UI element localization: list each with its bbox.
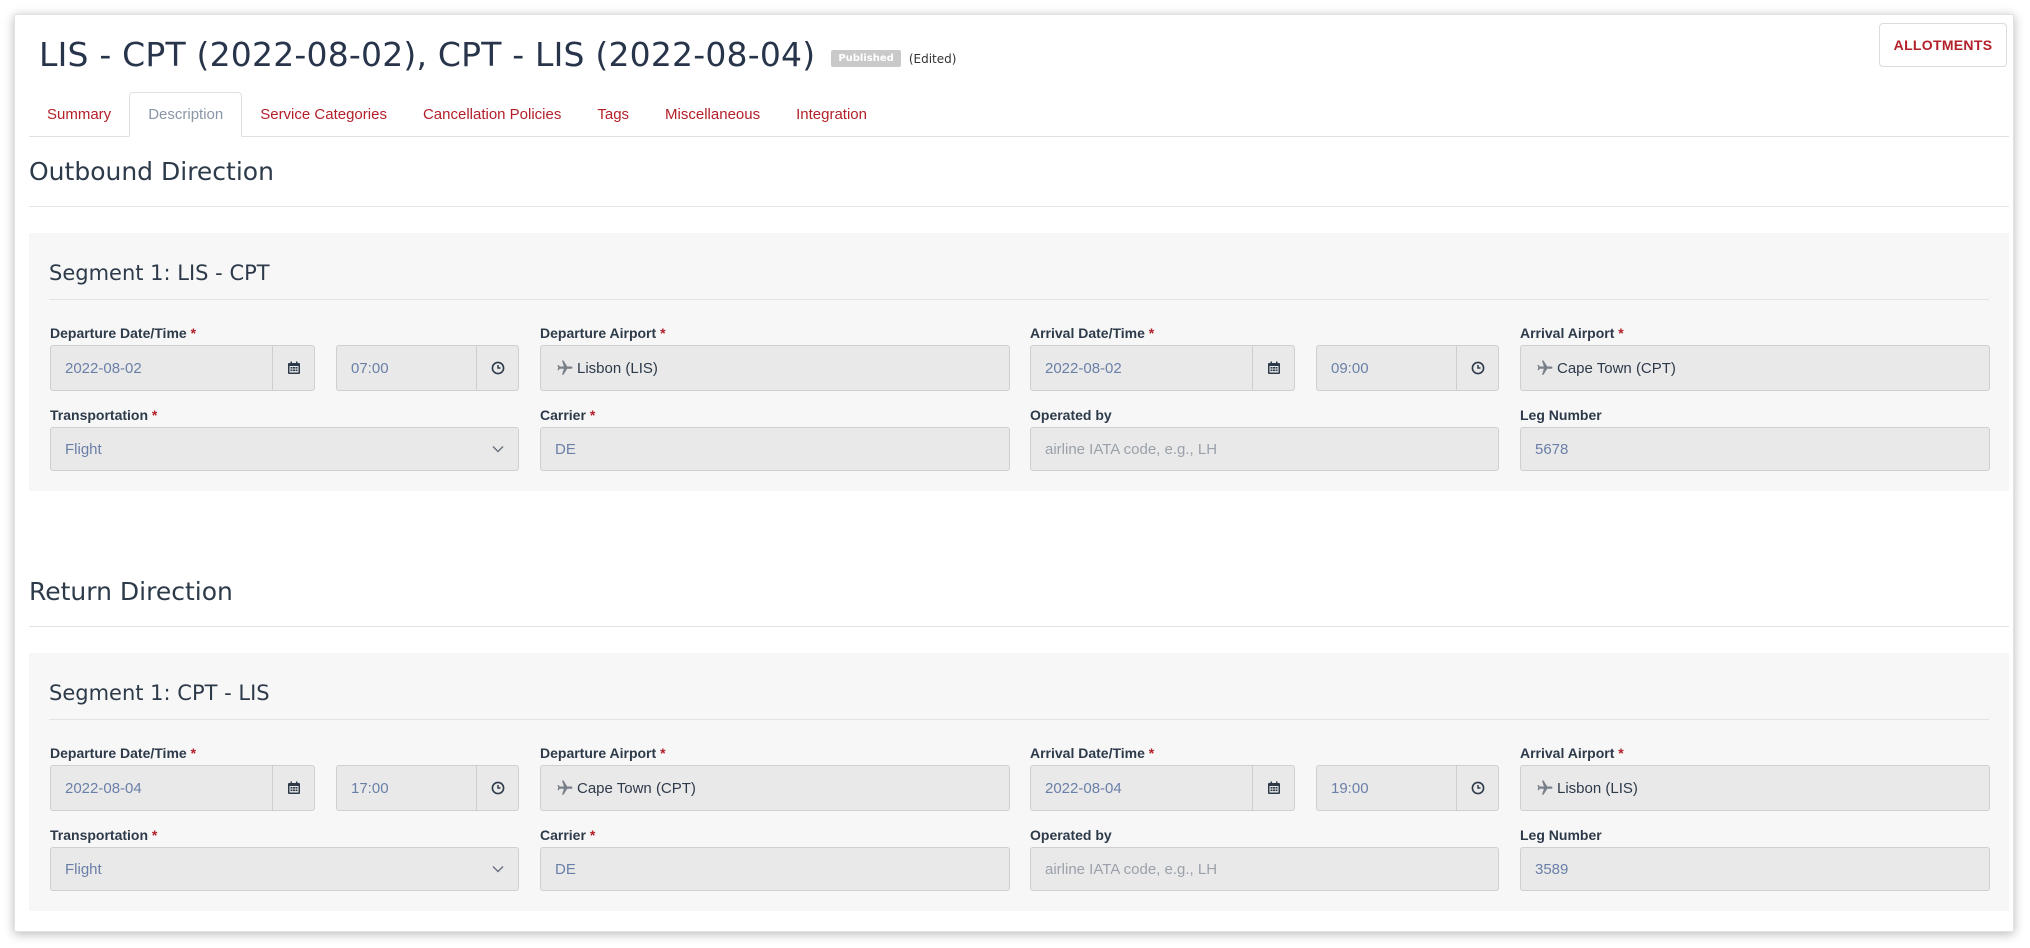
tab-cancellation-policies[interactable]: Cancellation Policies [405, 92, 579, 136]
calendar-icon[interactable] [1252, 346, 1294, 390]
transportation-select[interactable]: Flight [50, 847, 519, 891]
operated-by-input[interactable]: airline IATA code, e.g., LH [1030, 847, 1499, 891]
leg-number-input[interactable]: 3589 [1520, 847, 1990, 891]
operated-by-label: Operated by [1030, 407, 1112, 423]
arrival-time-value: 19:00 [1331, 779, 1369, 797]
departure-airport-input[interactable]: Cape Town (CPT) [540, 765, 1010, 811]
calendar-icon[interactable] [1252, 766, 1294, 810]
return-segment: Segment 1: CPT - LIS Departure Date/Time… [29, 653, 2009, 911]
tab-integration[interactable]: Integration [778, 92, 885, 136]
departure-time-value: 07:00 [351, 359, 389, 377]
departure-datetime-label: Departure Date/Time * [50, 745, 197, 761]
departure-airport-label: Departure Airport * [540, 325, 666, 341]
carrier-label: Carrier * [540, 827, 596, 843]
arrival-airport-value: Cape Town (CPT) [1557, 359, 1676, 377]
arrival-date-input[interactable]: 2022-08-02 [1030, 345, 1295, 391]
operated-by-label: Operated by [1030, 827, 1112, 843]
departure-time-input[interactable]: 17:00 [336, 765, 519, 811]
departure-time-value: 17:00 [351, 779, 389, 797]
clock-icon[interactable] [476, 766, 518, 810]
page-title: LIS - CPT (2022-08-02), CPT - LIS (2022-… [39, 35, 816, 74]
plane-icon [1521, 779, 1557, 797]
carrier-label: Carrier * [540, 407, 596, 423]
outbound-segment: Segment 1: LIS - CPT Departure Date/Time… [29, 233, 2009, 491]
edited-indicator: (Edited) [908, 51, 957, 66]
arrival-datetime-label: Arrival Date/Time * [1030, 325, 1155, 341]
plane-icon [541, 779, 577, 797]
tab-bar: Summary Description Service Categories C… [29, 92, 2009, 137]
carrier-input[interactable]: DE [540, 847, 1010, 891]
tab-service-categories[interactable]: Service Categories [242, 92, 405, 136]
departure-airport-input[interactable]: Lisbon (LIS) [540, 345, 1010, 391]
carrier-input[interactable]: DE [540, 427, 1010, 471]
status-badge: Published [831, 50, 901, 67]
departure-airport-label: Departure Airport * [540, 745, 666, 761]
tab-summary[interactable]: Summary [29, 92, 129, 136]
arrival-airport-label: Arrival Airport * [1520, 325, 1624, 341]
calendar-icon[interactable] [272, 346, 314, 390]
leg-number-value: 5678 [1535, 440, 1569, 458]
arrival-date-input[interactable]: 2022-08-04 [1030, 765, 1295, 811]
leg-number-value: 3589 [1535, 860, 1569, 878]
segment-title: Segment 1: LIS - CPT [49, 261, 1989, 300]
chevron-down-icon[interactable] [478, 865, 518, 873]
arrival-airport-input[interactable]: Cape Town (CPT) [1520, 345, 1990, 391]
departure-datetime-label: Departure Date/Time * [50, 325, 197, 341]
segment-title: Segment 1: CPT - LIS [49, 681, 1989, 720]
departure-date-input[interactable]: 2022-08-02 [50, 345, 315, 391]
arrival-airport-label: Arrival Airport * [1520, 745, 1624, 761]
allotments-button[interactable]: ALLOTMENTS [1879, 23, 2007, 67]
page-header: LIS - CPT (2022-08-02), CPT - LIS (2022-… [39, 35, 956, 74]
departure-time-input[interactable]: 07:00 [336, 345, 519, 391]
operated-by-placeholder: airline IATA code, e.g., LH [1045, 440, 1218, 458]
arrival-time-input[interactable]: 19:00 [1316, 765, 1499, 811]
leg-number-label: Leg Number [1520, 407, 1602, 423]
departure-date-input[interactable]: 2022-08-04 [50, 765, 315, 811]
departure-date-value: 2022-08-04 [65, 779, 142, 797]
operated-by-input[interactable]: airline IATA code, e.g., LH [1030, 427, 1499, 471]
plane-icon [1521, 359, 1557, 377]
transportation-select[interactable]: Flight [50, 427, 519, 471]
departure-airport-value: Cape Town (CPT) [577, 779, 696, 797]
departure-airport-value: Lisbon (LIS) [577, 359, 658, 377]
carrier-value: DE [555, 440, 576, 458]
tab-description[interactable]: Description [129, 92, 243, 137]
transportation-label: Transportation * [50, 827, 158, 843]
clock-icon[interactable] [1456, 766, 1498, 810]
carrier-value: DE [555, 860, 576, 878]
arrival-date-value: 2022-08-04 [1045, 779, 1122, 797]
outbound-direction-heading: Outbound Direction [29, 157, 2009, 207]
arrival-airport-value: Lisbon (LIS) [1557, 779, 1638, 797]
departure-date-value: 2022-08-02 [65, 359, 142, 377]
arrival-time-value: 09:00 [1331, 359, 1369, 377]
leg-number-input[interactable]: 5678 [1520, 427, 1990, 471]
transportation-value: Flight [65, 440, 102, 458]
transportation-value: Flight [65, 860, 102, 878]
clock-icon[interactable] [1456, 346, 1498, 390]
operated-by-placeholder: airline IATA code, e.g., LH [1045, 860, 1218, 878]
arrival-datetime-label: Arrival Date/Time * [1030, 745, 1155, 761]
arrival-time-input[interactable]: 09:00 [1316, 345, 1499, 391]
tab-tags[interactable]: Tags [579, 92, 647, 136]
clock-icon[interactable] [476, 346, 518, 390]
arrival-date-value: 2022-08-02 [1045, 359, 1122, 377]
flight-product-panel: LIS - CPT (2022-08-02), CPT - LIS (2022-… [14, 14, 2014, 932]
plane-icon [541, 359, 577, 377]
tab-miscellaneous[interactable]: Miscellaneous [647, 92, 778, 136]
transportation-label: Transportation * [50, 407, 158, 423]
leg-number-label: Leg Number [1520, 827, 1602, 843]
return-direction-heading: Return Direction [29, 577, 2009, 627]
arrival-airport-input[interactable]: Lisbon (LIS) [1520, 765, 1990, 811]
chevron-down-icon[interactable] [478, 445, 518, 453]
calendar-icon[interactable] [272, 766, 314, 810]
